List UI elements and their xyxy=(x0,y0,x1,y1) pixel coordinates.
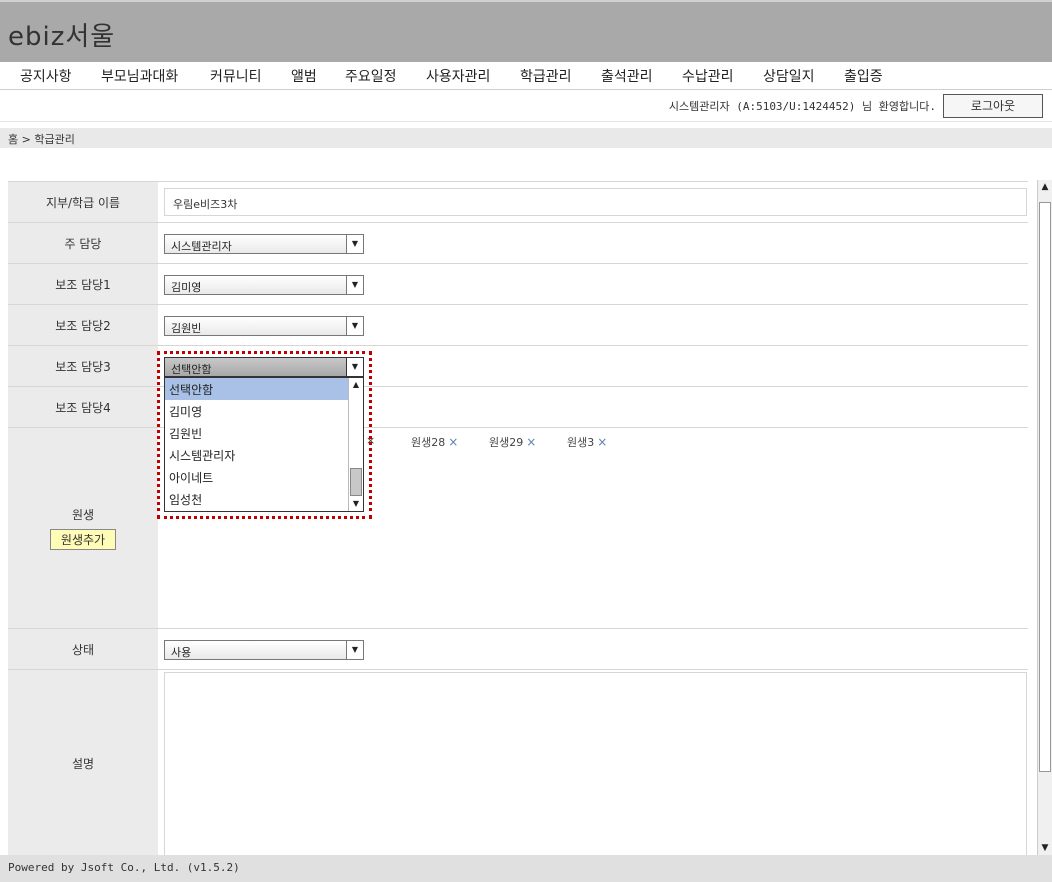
dropdown-option[interactable]: 임성천 xyxy=(165,488,349,510)
dropdown-scrollbar[interactable]: ▲ ▼ xyxy=(348,378,363,511)
students-label: 원생 원생추가 xyxy=(8,428,158,628)
remove-icon[interactable]: × xyxy=(448,435,458,449)
row-status: 상태 사용 ▼ xyxy=(8,629,1028,670)
chevron-down-icon: ▼ xyxy=(346,358,363,376)
student-chip: 원생29 × xyxy=(489,435,537,449)
remove-icon[interactable]: × xyxy=(526,435,536,449)
scroll-down-icon[interactable]: ▼ xyxy=(1038,841,1052,855)
nav-item-parent-talk[interactable]: 부모님과대화 xyxy=(101,66,178,86)
row-main-manager: 주 담당 시스템관리자 ▼ xyxy=(8,223,1028,264)
chevron-down-icon: ▼ xyxy=(346,641,363,659)
dropdown-option[interactable]: 김원빈 xyxy=(165,422,349,444)
nav-item-pass[interactable]: 출입증 xyxy=(844,66,883,86)
status-label: 상태 xyxy=(8,629,158,669)
student-chip: 원생28 × xyxy=(411,435,459,449)
chevron-down-icon: ▼ xyxy=(346,235,363,253)
scroll-down-icon[interactable]: ▼ xyxy=(349,497,363,511)
add-student-button[interactable]: 원생추가 xyxy=(49,529,117,550)
description-textarea[interactable] xyxy=(164,672,1027,862)
logout-button[interactable]: 로그아웃 xyxy=(943,94,1043,118)
footer: Powered by Jsoft Co., Ltd. (v1.5.2) xyxy=(0,855,1052,882)
scroll-up-icon[interactable]: ▲ xyxy=(1038,180,1052,194)
chevron-down-icon: ▼ xyxy=(346,276,363,294)
remove-icon[interactable]: × xyxy=(597,435,607,449)
main-manager-select[interactable]: 시스템관리자 ▼ xyxy=(164,234,364,254)
assist3-dropdown-list: 선택안함 김미영 김원빈 시스템관리자 아이네트 임성천 ▲ ▼ xyxy=(164,377,364,512)
scroll-up-icon[interactable]: ▲ xyxy=(349,378,363,392)
assist3-select[interactable]: 선택안함 ▼ xyxy=(164,357,364,377)
nav-item-album[interactable]: 앨범 xyxy=(291,66,317,86)
dropdown-option[interactable]: 김미영 xyxy=(165,400,349,422)
nav-item-community[interactable]: 커뮤니티 xyxy=(210,66,262,86)
row-assist1: 보조 담당1 김미영 ▼ xyxy=(8,264,1028,305)
assist4-label: 보조 담당4 xyxy=(8,387,158,427)
student-chip: 원생3 × xyxy=(567,435,608,449)
main-nav: 공지사항 부모님과대화 커뮤니티 앨범 주요일정 사용자관리 학급관리 출석관리… xyxy=(0,62,1052,90)
dropdown-option[interactable]: 선택안함 xyxy=(165,378,349,400)
nav-item-notice[interactable]: 공지사항 xyxy=(20,66,72,86)
nav-item-payment[interactable]: 수납관리 xyxy=(682,66,734,86)
dropdown-option[interactable]: 시스템관리자 xyxy=(165,444,349,466)
assist1-label: 보조 담당1 xyxy=(8,264,158,304)
dropdown-option[interactable]: 아이네트 xyxy=(165,466,349,488)
class-name-label: 지부/학급 이름 xyxy=(8,182,158,222)
nav-item-attendance[interactable]: 출석관리 xyxy=(601,66,653,86)
scrollbar-thumb[interactable] xyxy=(1039,202,1051,772)
row-description: 설명 xyxy=(8,670,1028,862)
class-name-input[interactable]: 우림e비즈3차 xyxy=(164,188,1027,216)
row-class-name: 지부/학급 이름 우림e비즈3차 xyxy=(8,182,1028,223)
app-logo[interactable]: ebiz서울 xyxy=(8,16,115,53)
main-manager-label: 주 담당 xyxy=(8,223,158,263)
nav-item-counseling[interactable]: 상담일지 xyxy=(763,66,815,86)
user-bar: 시스템관리자 (A:5103/U:1424452) 님 환영합니다. xyxy=(0,90,1052,122)
nav-item-user-admin[interactable]: 사용자관리 xyxy=(426,66,490,86)
assist3-label: 보조 담당3 xyxy=(8,346,158,386)
scrollbar-thumb[interactable] xyxy=(350,468,362,496)
page-scrollbar[interactable]: ▲ ▼ xyxy=(1037,180,1052,855)
welcome-text: 시스템관리자 (A:5103/U:1424452) 님 환영합니다. xyxy=(668,100,936,113)
breadcrumb: 홈 > 학급관리 xyxy=(0,128,1052,148)
row-assist2: 보조 담당2 김원빈 ▼ xyxy=(8,305,1028,346)
description-label: 설명 xyxy=(8,670,158,856)
nav-item-class-admin[interactable]: 학급관리 xyxy=(520,66,572,86)
assist2-select[interactable]: 김원빈 ▼ xyxy=(164,316,364,336)
app-header: ebiz서울 xyxy=(0,0,1052,62)
assist2-label: 보조 담당2 xyxy=(8,305,158,345)
nav-item-schedule[interactable]: 주요일정 xyxy=(345,66,397,86)
status-select[interactable]: 사용 ▼ xyxy=(164,640,364,660)
assist1-select[interactable]: 김미영 ▼ xyxy=(164,275,364,295)
chevron-down-icon: ▼ xyxy=(346,317,363,335)
